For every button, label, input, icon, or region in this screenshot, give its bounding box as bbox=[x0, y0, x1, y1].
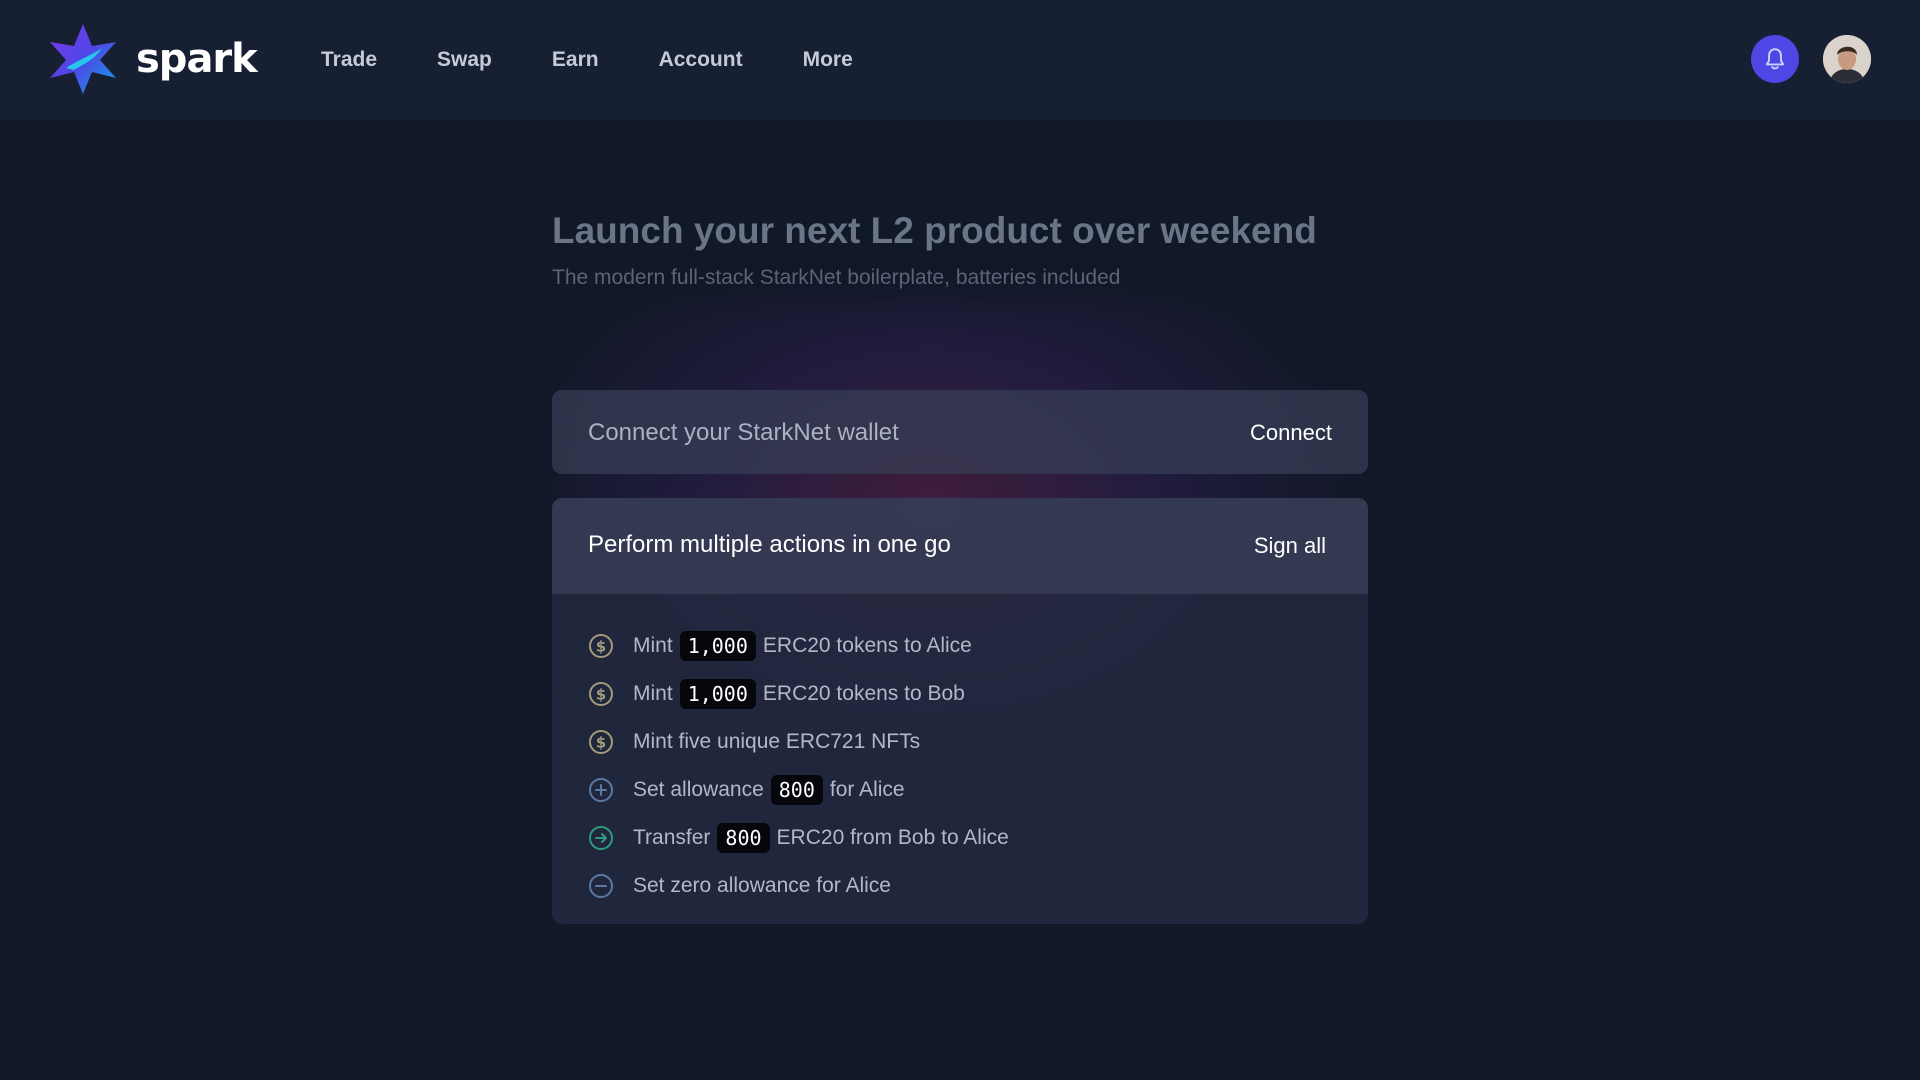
wallet-connect-card: Connect your StarkNet wallet Connect bbox=[552, 390, 1368, 474]
action-text: Set allowance bbox=[633, 778, 764, 801]
main-nav: Trade Swap Earn Account More bbox=[321, 0, 913, 119]
svg-text:$: $ bbox=[596, 638, 606, 656]
amount-badge: 1,000 bbox=[679, 679, 756, 709]
action-text: Set zero allowance for Alice bbox=[633, 874, 891, 897]
brand-name: spark bbox=[136, 36, 258, 82]
actions-card-header: Perform multiple actions in one go Sign … bbox=[552, 498, 1368, 594]
action-text: ERC20 tokens to Bob bbox=[762, 682, 965, 705]
action-set-allowance: Set allowance 800 for Alice bbox=[588, 766, 1009, 814]
action-text: Mint bbox=[633, 634, 673, 657]
nav-item-account[interactable]: Account bbox=[659, 48, 743, 72]
dollar-icon: $ bbox=[588, 681, 614, 707]
action-transfer: Transfer 800 ERC20 from Bob to Alice bbox=[588, 814, 1009, 862]
hero-subtitle: The modern full-stack StarkNet boilerpla… bbox=[552, 266, 1121, 289]
dollar-icon: $ bbox=[588, 729, 614, 755]
svg-text:$: $ bbox=[596, 686, 606, 704]
user-avatar[interactable] bbox=[1823, 35, 1871, 83]
svg-text:$: $ bbox=[596, 734, 606, 752]
sign-all-button[interactable]: Sign all bbox=[1254, 533, 1326, 559]
action-text: Transfer bbox=[633, 826, 711, 849]
actions-title: Perform multiple actions in one go bbox=[588, 531, 951, 558]
action-text: ERC20 tokens to Alice bbox=[762, 634, 972, 657]
nav-item-trade[interactable]: Trade bbox=[321, 48, 377, 72]
amount-badge: 800 bbox=[717, 823, 770, 853]
action-list: $ Mint 1,000 ERC20 tokens to Alice $ Min… bbox=[588, 622, 1009, 910]
action-text: Mint bbox=[633, 682, 673, 705]
top-navigation-bar: spark Trade Swap Earn Account More bbox=[0, 0, 1920, 119]
notifications-button[interactable] bbox=[1751, 35, 1799, 83]
bell-icon bbox=[1765, 48, 1785, 70]
nav-item-swap[interactable]: Swap bbox=[437, 48, 492, 72]
action-text: for Alice bbox=[829, 778, 905, 801]
action-zero-allowance: Set zero allowance for Alice bbox=[588, 862, 1009, 910]
action-mint-bob: $ Mint 1,000 ERC20 tokens to Bob bbox=[588, 670, 1009, 718]
dollar-icon: $ bbox=[588, 633, 614, 659]
amount-badge: 800 bbox=[770, 775, 823, 805]
wallet-connect-label: Connect your StarkNet wallet bbox=[588, 419, 899, 446]
connect-button[interactable]: Connect bbox=[1250, 420, 1332, 446]
nav-item-more[interactable]: More bbox=[803, 48, 853, 72]
arrow-right-circle-icon bbox=[588, 825, 614, 851]
avatar-icon bbox=[1823, 35, 1871, 83]
minus-circle-icon bbox=[588, 873, 614, 899]
plus-circle-icon bbox=[588, 777, 614, 803]
action-mint-nfts: $ Mint five unique ERC721 NFTs bbox=[588, 718, 1009, 766]
amount-badge: 1,000 bbox=[679, 631, 756, 661]
nav-item-earn[interactable]: Earn bbox=[552, 48, 599, 72]
hero-title: Launch your next L2 product over weekend bbox=[552, 210, 1317, 251]
action-text: Mint five unique ERC721 NFTs bbox=[633, 730, 921, 753]
spark-star-icon bbox=[50, 24, 116, 94]
multicall-actions-card: Perform multiple actions in one go Sign … bbox=[552, 498, 1368, 924]
action-text: ERC20 from Bob to Alice bbox=[776, 826, 1009, 849]
spark-logo[interactable]: spark bbox=[46, 22, 258, 96]
action-mint-alice: $ Mint 1,000 ERC20 tokens to Alice bbox=[588, 622, 1009, 670]
